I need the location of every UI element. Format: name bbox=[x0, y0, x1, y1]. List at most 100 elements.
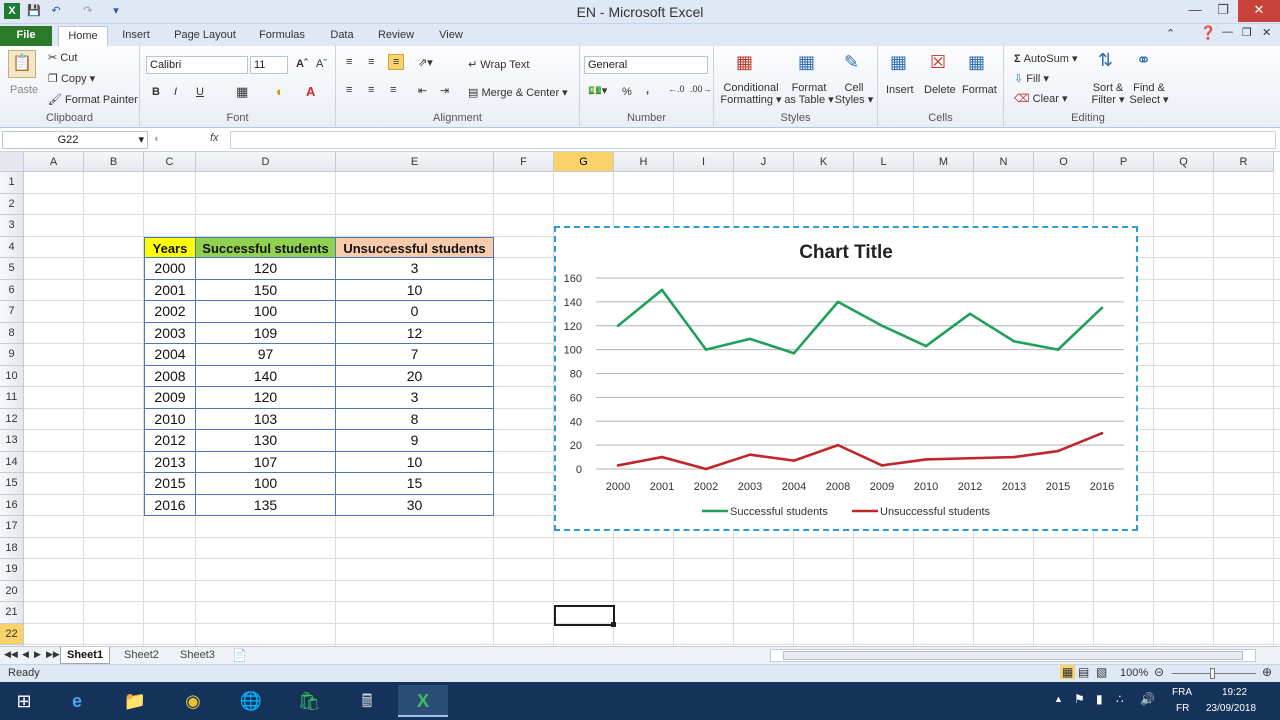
column-header-d[interactable]: D bbox=[196, 152, 336, 172]
table-cell[interactable]: 3 bbox=[336, 387, 494, 409]
cut-button[interactable]: ✂ Cut bbox=[48, 51, 77, 64]
table-cell[interactable]: 100 bbox=[196, 473, 336, 495]
row-header-18[interactable]: 18 bbox=[0, 537, 24, 559]
chrome-icon[interactable]: ◉ bbox=[168, 685, 218, 717]
horizontal-scrollbar[interactable] bbox=[770, 649, 1256, 662]
column-header-b[interactable]: B bbox=[84, 152, 144, 172]
google-earth-icon[interactable]: 🌐 bbox=[226, 685, 276, 717]
sort-filter-button[interactable]: Sort & Filter ▾ bbox=[1088, 82, 1128, 106]
table-cell[interactable]: 103 bbox=[196, 408, 336, 430]
increase-decimal-icon[interactable]: ←.0 bbox=[668, 84, 685, 94]
table-cell[interactable]: 150 bbox=[196, 279, 336, 301]
zoom-slider-thumb[interactable] bbox=[1210, 668, 1215, 679]
table-cell[interactable]: 9 bbox=[336, 430, 494, 452]
paste-button[interactable]: Paste bbox=[10, 84, 38, 96]
delete-cells-button[interactable]: Delete bbox=[924, 84, 956, 96]
table-cell[interactable]: 8 bbox=[336, 408, 494, 430]
column-header-f[interactable]: F bbox=[494, 152, 554, 172]
table-cell[interactable]: 15 bbox=[336, 473, 494, 495]
close-icon[interactable]: ✕ bbox=[1238, 0, 1280, 22]
table-cell[interactable]: 2015 bbox=[144, 473, 196, 495]
table-cell[interactable]: 97 bbox=[196, 344, 336, 366]
align-center-icon[interactable]: ≡ bbox=[368, 84, 374, 96]
grow-font-icon[interactable]: Aˆ bbox=[296, 58, 308, 70]
insert-cells-button[interactable]: Insert bbox=[886, 84, 914, 96]
flag-icon[interactable]: ⚑ bbox=[1074, 692, 1085, 706]
table-cell[interactable]: 140 bbox=[196, 365, 336, 387]
column-header-e[interactable]: E bbox=[336, 152, 494, 172]
conditional-formatting-button[interactable]: Conditional Formatting ▾ bbox=[720, 82, 782, 106]
font-name-select[interactable]: Calibri bbox=[146, 56, 248, 74]
sheet-tab-3[interactable]: Sheet3 bbox=[174, 647, 221, 664]
fx-icon[interactable]: fx bbox=[210, 132, 219, 144]
align-left-icon[interactable]: ≡ bbox=[346, 84, 352, 96]
row-header-21[interactable]: 21 bbox=[0, 602, 24, 624]
column-header-g[interactable]: G bbox=[554, 152, 614, 172]
next-sheet-icon[interactable]: ▶ bbox=[34, 649, 41, 660]
clock-time[interactable]: 19:22 bbox=[1222, 687, 1247, 698]
align-middle-icon[interactable]: ≡ bbox=[368, 56, 374, 68]
page-layout-view-icon[interactable]: ▤ bbox=[1078, 665, 1089, 679]
calculator-icon[interactable]: 🖩 bbox=[342, 685, 392, 717]
table-cell[interactable]: 12 bbox=[336, 322, 494, 344]
font-color-icon[interactable]: A bbox=[306, 84, 315, 99]
comma-button[interactable]: , bbox=[646, 84, 649, 96]
help-icon[interactable]: ❓ bbox=[1200, 25, 1216, 41]
row-header-1[interactable]: 1 bbox=[0, 172, 24, 194]
wrap-text-button[interactable]: ↵ Wrap Text bbox=[468, 58, 529, 71]
number-format-select[interactable]: General bbox=[584, 56, 708, 74]
tab-home[interactable]: Home bbox=[58, 26, 108, 46]
table-cell[interactable]: 3 bbox=[336, 258, 494, 280]
autosum-button[interactable]: Σ AutoSum ▾ bbox=[1014, 52, 1078, 65]
input-language[interactable]: FRA bbox=[1172, 687, 1192, 698]
keyboard-layout[interactable]: FR bbox=[1176, 703, 1189, 714]
orientation-icon[interactable]: ⇗▾ bbox=[418, 56, 433, 69]
table-cell[interactable]: 100 bbox=[196, 301, 336, 323]
table-header-cell[interactable]: Unsuccessful students bbox=[336, 236, 494, 258]
prev-sheet-icon[interactable]: ◀ bbox=[22, 649, 29, 660]
formula-input[interactable] bbox=[230, 131, 1276, 149]
wb-close-icon[interactable]: ✕ bbox=[1262, 26, 1271, 39]
table-cell[interactable]: 135 bbox=[196, 494, 336, 516]
copy-button[interactable]: ❐ Copy ▾ bbox=[48, 72, 95, 85]
decrease-indent-icon[interactable]: ⇤ bbox=[418, 84, 427, 97]
row-header-10[interactable]: 10 bbox=[0, 365, 24, 387]
zoom-level[interactable]: 100% bbox=[1120, 667, 1148, 679]
bold-button[interactable]: B bbox=[152, 86, 160, 98]
clear-button[interactable]: ⌫ Clear ▾ bbox=[1014, 92, 1068, 105]
currency-icon[interactable]: 💵▾ bbox=[588, 84, 607, 97]
row-header-8[interactable]: 8 bbox=[0, 322, 24, 344]
tab-data[interactable]: Data bbox=[326, 26, 358, 46]
table-cell[interactable]: 109 bbox=[196, 322, 336, 344]
merge-center-button[interactable]: ▤ Merge & Center ▾ bbox=[468, 86, 568, 99]
new-sheet-icon[interactable]: 📄 bbox=[232, 648, 247, 662]
tab-view[interactable]: View bbox=[434, 26, 468, 46]
table-cell[interactable]: 2004 bbox=[144, 344, 196, 366]
column-header-r[interactable]: R bbox=[1214, 152, 1274, 172]
table-cell[interactable]: 2002 bbox=[144, 301, 196, 323]
row-header-4[interactable]: 4 bbox=[0, 236, 24, 258]
column-header-c[interactable]: C bbox=[144, 152, 196, 172]
last-sheet-icon[interactable]: ▶▶ bbox=[46, 649, 60, 660]
table-cell[interactable]: 2001 bbox=[144, 279, 196, 301]
column-header-p[interactable]: P bbox=[1094, 152, 1154, 172]
row-header-16[interactable]: 16 bbox=[0, 494, 24, 516]
column-header-q[interactable]: Q bbox=[1154, 152, 1214, 172]
table-cell[interactable]: 2000 bbox=[144, 258, 196, 280]
normal-view-icon[interactable]: ▦ bbox=[1060, 665, 1076, 679]
format-painter-button[interactable]: 🖌 Format Painter bbox=[48, 93, 138, 106]
table-cell[interactable]: 2010 bbox=[144, 408, 196, 430]
zoom-out-icon[interactable]: ⊝ bbox=[1154, 665, 1164, 679]
table-cell[interactable]: 107 bbox=[196, 451, 336, 473]
windows-start-icon[interactable]: ⊞ bbox=[0, 685, 48, 717]
table-cell[interactable]: 30 bbox=[336, 494, 494, 516]
table-cell[interactable]: 2013 bbox=[144, 451, 196, 473]
tray-expand-icon[interactable]: ▲ bbox=[1054, 694, 1063, 704]
fill-button[interactable]: ⇩ Fill ▾ bbox=[1014, 72, 1049, 85]
wb-restore-icon[interactable]: ❐ bbox=[1242, 26, 1252, 39]
column-header-a[interactable]: A bbox=[24, 152, 84, 172]
underline-button[interactable]: U bbox=[196, 86, 204, 98]
cell-styles-button[interactable]: Cell Styles ▾ bbox=[834, 82, 874, 106]
borders-icon[interactable]: ▦ bbox=[236, 84, 248, 100]
row-header-5[interactable]: 5 bbox=[0, 258, 24, 280]
